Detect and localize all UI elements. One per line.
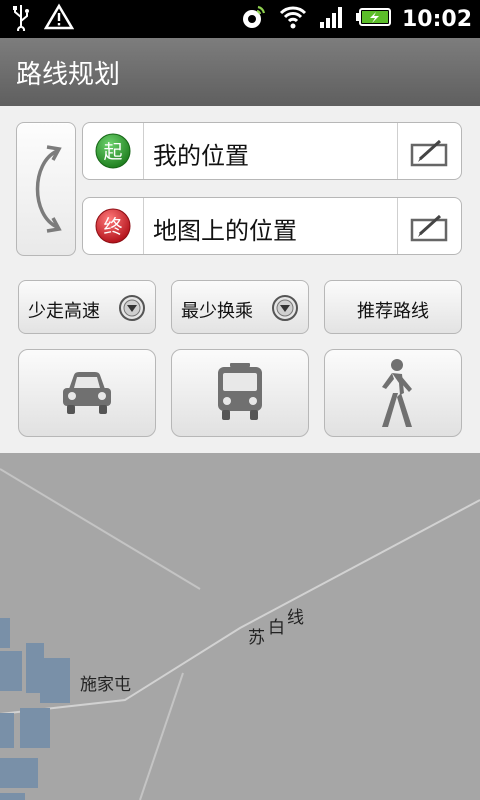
wifi-icon xyxy=(278,4,308,34)
road-label-char-2: 白 xyxy=(268,618,285,638)
end-location-row[interactable]: 终 地图上的位置 xyxy=(82,197,462,255)
place-label-village: 施家屯 xyxy=(80,675,131,695)
walking-preference-label: 推荐路线 xyxy=(357,301,429,322)
driving-preference-dropdown[interactable]: 少走高速 xyxy=(18,280,156,334)
driving-preference-label: 少走高速 xyxy=(28,301,100,322)
gps-icon xyxy=(240,3,268,35)
end-location-text: 地图上的位置 xyxy=(153,217,297,245)
page-title: 路线规划 xyxy=(16,60,121,90)
road-label-char-1: 苏 xyxy=(248,628,265,648)
transit-preference-label: 最少换乘 xyxy=(181,301,253,322)
start-badge-label: 起 xyxy=(103,141,122,163)
bus-icon xyxy=(218,363,262,420)
edit-icon xyxy=(410,139,448,167)
start-location-text: 我的位置 xyxy=(153,142,249,170)
signal-icon xyxy=(318,4,346,34)
start-location-row[interactable]: 起 我的位置 xyxy=(82,122,462,180)
edit-start-button[interactable] xyxy=(398,123,461,179)
map-view[interactable]: 苏 白 线 施家屯 xyxy=(0,453,480,800)
transit-preference-dropdown[interactable]: 最少换乘 xyxy=(171,280,309,334)
drive-mode-button[interactable] xyxy=(18,349,156,437)
map-canvas xyxy=(0,468,480,800)
walk-icon xyxy=(382,359,412,427)
dropdown-arrow-icon xyxy=(119,295,145,321)
end-badge-icon: 终 xyxy=(95,208,131,244)
walking-preference-button[interactable]: 推荐路线 xyxy=(324,280,462,334)
walk-mode-button[interactable] xyxy=(324,349,462,437)
transit-mode-button[interactable] xyxy=(171,349,309,437)
battery-charging-icon xyxy=(355,6,392,32)
status-bar: 10:02 xyxy=(0,0,480,38)
edit-end-button[interactable] xyxy=(398,198,461,254)
clock: 10:02 xyxy=(401,6,472,32)
dropdown-arrow-icon xyxy=(272,295,298,321)
warning-icon xyxy=(43,3,75,35)
edit-icon xyxy=(410,214,448,242)
start-badge-icon: 起 xyxy=(95,133,131,169)
swap-route-button[interactable] xyxy=(16,122,76,256)
end-badge-label: 终 xyxy=(103,216,122,238)
usb-icon xyxy=(10,3,32,35)
road-label-char-3: 线 xyxy=(287,608,304,628)
swap-arrows-icon xyxy=(35,145,62,233)
car-icon xyxy=(63,372,111,414)
title-bar: 路线规划 xyxy=(0,38,480,107)
